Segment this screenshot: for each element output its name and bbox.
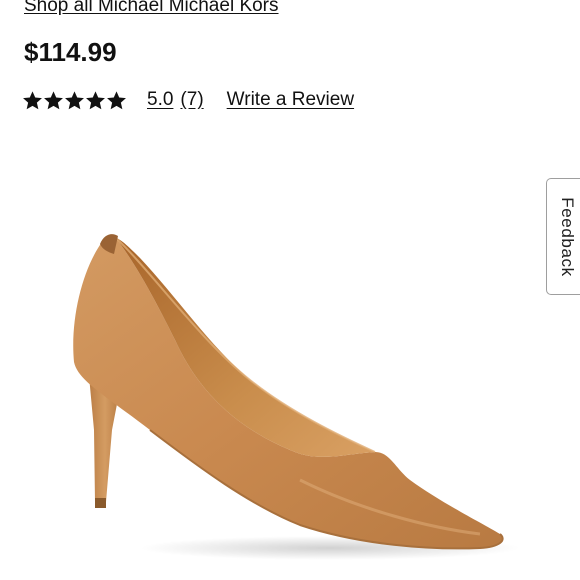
review-count-link[interactable]: (7) [180, 88, 203, 112]
feedback-label: Feedback [557, 196, 577, 277]
feedback-tab[interactable]: Feedback [546, 178, 580, 295]
star-icon [44, 90, 63, 109]
rating-row: 5.0 (7) Write a Review [22, 86, 354, 114]
star-rating [22, 90, 127, 111]
rating-value-link[interactable]: 5.0 [147, 88, 173, 112]
star-icon [23, 90, 42, 109]
product-image [73, 234, 520, 560]
product-price: $114.99 [24, 37, 117, 67]
star-icon [107, 90, 126, 109]
star-icon [86, 90, 105, 109]
star-icon [65, 90, 84, 109]
shop-all-brand-link[interactable]: Shop all Michael Michael Kors [24, 0, 279, 18]
product-page: Shop all Michael Michael Kors $114.99 5.… [0, 0, 580, 580]
write-review-link[interactable]: Write a Review [227, 88, 354, 112]
